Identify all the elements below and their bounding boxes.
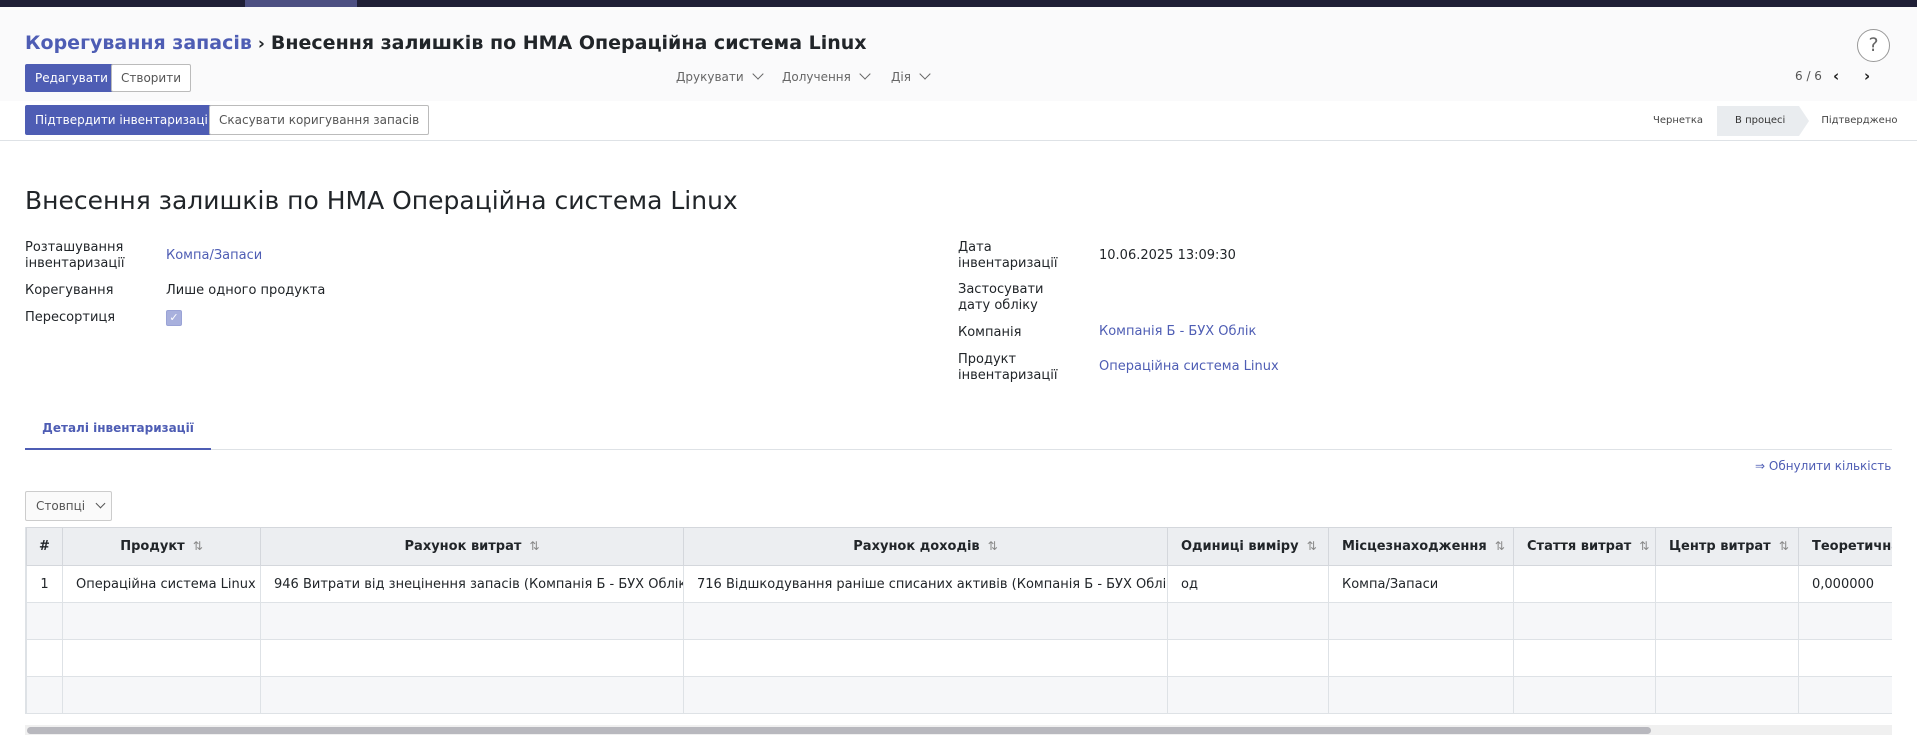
chevron-down-icon	[859, 68, 871, 80]
print-menu-label: Друкувати	[676, 70, 744, 84]
column-header-number: #	[26, 527, 63, 566]
reset-quantity-link[interactable]: ⇒ Обнулити кількість	[1755, 459, 1891, 473]
confirm-inventory-button[interactable]: Підтвердити інвентаризацію	[25, 105, 228, 135]
sort-icon[interactable]: ⇅	[1307, 539, 1317, 553]
columns-button-label: Стовпці	[36, 499, 86, 513]
column-header-location[interactable]: Місцезнаходження ⇅	[1328, 527, 1514, 566]
regrading-checkbox[interactable]: ✓	[166, 310, 182, 326]
action-menu[interactable]: Дія	[891, 68, 931, 84]
edit-button[interactable]: Редагувати	[25, 64, 118, 92]
status-stages: Чернетка В процесі Підтверджено	[1635, 106, 1912, 136]
statusbar: Підтвердити інвентаризацію Скасувати кор…	[0, 101, 1917, 141]
column-header-uom[interactable]: Одиниці виміру ⇅	[1167, 527, 1329, 566]
table-header-row: # Продукт ⇅ Рахунок витрат ⇅ Рахунок доход…	[26, 527, 1892, 566]
column-header-label: Одиниці виміру	[1181, 539, 1299, 554]
stage-draft: Чернетка	[1653, 115, 1704, 126]
adjustment-label: Корегування	[25, 283, 114, 298]
location-label: Розташування інвентаризації	[25, 240, 125, 271]
top-navbar	[0, 0, 1917, 7]
table-row[interactable]: 1 Операційна система Linux 946 Витрати в…	[26, 565, 1892, 603]
cancel-adjustment-button[interactable]: Скасувати коригування запасів	[209, 105, 430, 135]
date-value: 10.06.2025 13:09:30	[1099, 248, 1236, 263]
column-header-income-account[interactable]: Рахунок доходів ⇅	[683, 527, 1168, 566]
sort-icon[interactable]: ⇅	[988, 539, 998, 553]
empty-row	[26, 602, 1892, 640]
chevron-down-icon	[919, 68, 931, 80]
accounting-date-label: Застосувати дату обліку	[958, 282, 1044, 313]
row-location[interactable]: Компа/Запаси	[1328, 565, 1514, 603]
breadcrumb-current: Внесення залишків по НМА Операційна сист…	[270, 32, 867, 54]
location-value-link[interactable]: Компа/Запаси	[166, 248, 262, 264]
column-header-label: Місцезнаходження	[1342, 539, 1487, 554]
sort-icon[interactable]: ⇅	[193, 539, 203, 553]
row-number: 1	[26, 565, 63, 603]
tab-inventory-details[interactable]: Деталі інвентаризації	[25, 421, 211, 450]
inventory-lines-table: # Продукт ⇅ Рахунок витрат ⇅ Рахунок доход…	[25, 527, 1892, 714]
action-menu-label: Дія	[891, 70, 911, 84]
sort-icon[interactable]: ⇅	[1639, 539, 1649, 553]
pager-previous-icon[interactable]: ‹	[1833, 67, 1839, 85]
chevron-down-icon	[95, 498, 106, 509]
column-header-label: Центр витрат	[1669, 539, 1771, 554]
column-header-product[interactable]: Продукт ⇅	[62, 527, 261, 566]
regrading-label: Пересортиця	[25, 310, 116, 325]
pager-value[interactable]: 6 / 6	[1795, 69, 1822, 83]
company-value-link[interactable]: Компанія Б - БУХ Облік	[1099, 324, 1256, 340]
date-label: Дата інвентаризації	[958, 240, 1058, 271]
row-uom[interactable]: од	[1167, 565, 1329, 603]
breadcrumb-parent-link[interactable]: Корегування запасів	[25, 32, 252, 54]
attachments-menu-label: Долучення	[782, 70, 851, 84]
stage-confirmed: Підтверджено	[1821, 115, 1898, 126]
column-header-label: Рахунок витрат	[404, 539, 522, 554]
row-expense-account[interactable]: 946 Витрати від знецінення запасів (Комп…	[260, 565, 684, 603]
product-value-link[interactable]: Операційна система Linux	[1099, 359, 1279, 375]
pager-next-icon[interactable]: ›	[1864, 67, 1870, 85]
sort-icon[interactable]: ⇅	[1495, 539, 1505, 553]
row-income-account[interactable]: 716 Відшкодування раніше списаних активі…	[683, 565, 1168, 603]
product-label: Продукт інвентаризації	[958, 352, 1058, 383]
company-label: Компанія	[958, 325, 1022, 340]
print-menu[interactable]: Друкувати	[676, 68, 764, 84]
help-button[interactable]: ?	[1857, 29, 1890, 62]
adjustment-value: Лише одного продукта	[166, 283, 326, 298]
record-title: Внесення залишків по НМА Операційна сист…	[25, 186, 738, 215]
column-header-theoretical[interactable]: Теоретична	[1798, 527, 1892, 566]
columns-dropdown-button[interactable]: Стовпці	[25, 491, 112, 521]
empty-row	[26, 676, 1892, 714]
column-header-label: Рахунок доходів	[853, 539, 980, 554]
column-header-cost-center[interactable]: Центр витрат ⇅	[1655, 527, 1799, 566]
horizontal-scrollbar[interactable]	[25, 725, 1892, 735]
row-theoretical: 0,000000	[1798, 565, 1892, 603]
column-header-label: Стаття витрат	[1527, 539, 1632, 554]
column-header-label: Продукт	[120, 539, 185, 554]
breadcrumb: Корегування запасів › Внесення залишків по…	[25, 32, 867, 54]
attachments-menu[interactable]: Долучення	[782, 68, 871, 84]
column-header-expense-item[interactable]: Стаття витрат ⇅	[1513, 527, 1656, 566]
column-header-expense-account[interactable]: Рахунок витрат ⇅	[260, 527, 684, 566]
breadcrumb-separator-icon: ›	[257, 34, 265, 54]
create-button[interactable]: Створити	[111, 64, 191, 92]
sort-icon[interactable]: ⇅	[529, 539, 539, 553]
row-cost-center[interactable]	[1655, 565, 1799, 603]
active-app-indicator	[245, 0, 357, 7]
empty-row	[26, 639, 1892, 677]
row-expense-item[interactable]	[1513, 565, 1656, 603]
chevron-down-icon	[752, 68, 764, 80]
scrollbar-thumb[interactable]	[27, 727, 1651, 734]
tab-divider	[25, 449, 1892, 450]
sort-icon[interactable]: ⇅	[1779, 539, 1789, 553]
stage-in-progress: В процесі	[1717, 106, 1810, 136]
row-product[interactable]: Операційна система Linux	[62, 565, 261, 603]
